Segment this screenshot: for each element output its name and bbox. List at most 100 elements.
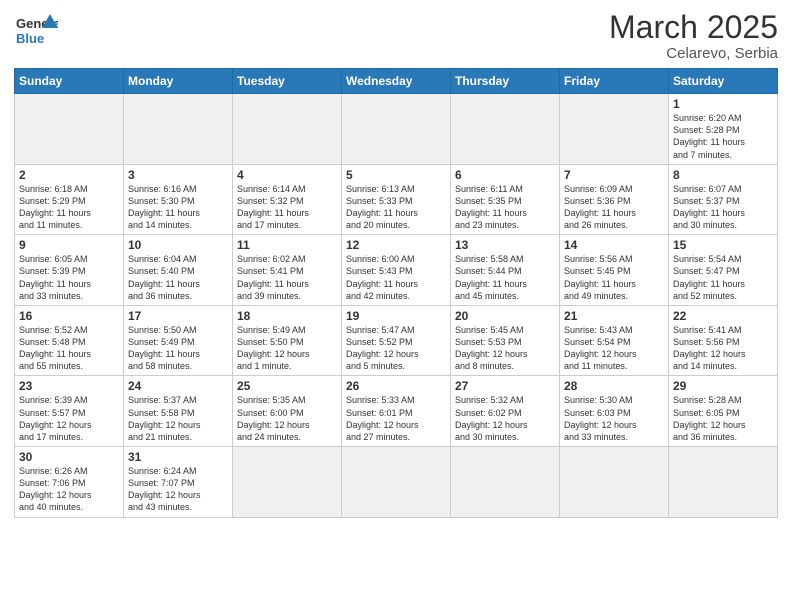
day-number-25: 25 [237,379,337,393]
day-30: 30 Sunrise: 6:26 AMSunset: 7:06 PMDaylig… [15,447,124,518]
day-20: 20 Sunrise: 5:45 AMSunset: 5:53 PMDaylig… [451,305,560,376]
calendar-row-5: 23 Sunrise: 5:39 AMSunset: 5:57 PMDaylig… [15,376,778,447]
day-info-26: Sunrise: 5:33 AMSunset: 6:01 PMDaylight:… [346,394,446,443]
day-info-13: Sunrise: 5:58 AMSunset: 5:44 PMDaylight:… [455,253,555,302]
month-year-title: March 2025 [609,10,778,45]
day-info-4: Sunrise: 6:14 AMSunset: 5:32 PMDaylight:… [237,183,337,232]
day-16: 16 Sunrise: 5:52 AMSunset: 5:48 PMDaylig… [15,305,124,376]
day-5: 5 Sunrise: 6:13 AMSunset: 5:33 PMDayligh… [342,164,451,235]
day-23: 23 Sunrise: 5:39 AMSunset: 5:57 PMDaylig… [15,376,124,447]
title-block: March 2025 Celarevo, Serbia [609,10,778,62]
header-saturday: Saturday [669,69,778,94]
day-8: 8 Sunrise: 6:07 AMSunset: 5:37 PMDayligh… [669,164,778,235]
day-number-16: 16 [19,309,119,323]
day-number-27: 27 [455,379,555,393]
day-number-24: 24 [128,379,228,393]
day-number-21: 21 [564,309,664,323]
day-info-24: Sunrise: 5:37 AMSunset: 5:58 PMDaylight:… [128,394,228,443]
day-number-30: 30 [19,450,119,464]
header-thursday: Thursday [451,69,560,94]
day-info-14: Sunrise: 5:56 AMSunset: 5:45 PMDaylight:… [564,253,664,302]
empty-cell [233,447,342,518]
header-sunday: Sunday [15,69,124,94]
day-info-15: Sunrise: 5:54 AMSunset: 5:47 PMDaylight:… [673,253,773,302]
day-info-17: Sunrise: 5:50 AMSunset: 5:49 PMDaylight:… [128,324,228,373]
day-info-20: Sunrise: 5:45 AMSunset: 5:53 PMDaylight:… [455,324,555,373]
day-info-12: Sunrise: 6:00 AMSunset: 5:43 PMDaylight:… [346,253,446,302]
day-info-6: Sunrise: 6:11 AMSunset: 5:35 PMDaylight:… [455,183,555,232]
day-number-6: 6 [455,168,555,182]
day-info-5: Sunrise: 6:13 AMSunset: 5:33 PMDaylight:… [346,183,446,232]
day-info-18: Sunrise: 5:49 AMSunset: 5:50 PMDaylight:… [237,324,337,373]
day-number-7: 7 [564,168,664,182]
day-info-8: Sunrise: 6:07 AMSunset: 5:37 PMDaylight:… [673,183,773,232]
header-wednesday: Wednesday [342,69,451,94]
day-31: 31 Sunrise: 6:24 AMSunset: 7:07 PMDaylig… [124,447,233,518]
calendar-row-2: 2 Sunrise: 6:18 AMSunset: 5:29 PMDayligh… [15,164,778,235]
calendar-row-6: 30 Sunrise: 6:26 AMSunset: 7:06 PMDaylig… [15,447,778,518]
day-number-10: 10 [128,238,228,252]
day-info-11: Sunrise: 6:02 AMSunset: 5:41 PMDaylight:… [237,253,337,302]
day-info-30: Sunrise: 6:26 AMSunset: 7:06 PMDaylight:… [19,465,119,514]
calendar-row-1: 1 Sunrise: 6:20 AMSunset: 5:28 PMDayligh… [15,94,778,165]
weekday-header-row: Sunday Monday Tuesday Wednesday Thursday… [15,69,778,94]
day-number-9: 9 [19,238,119,252]
day-info-21: Sunrise: 5:43 AMSunset: 5:54 PMDaylight:… [564,324,664,373]
day-19: 19 Sunrise: 5:47 AMSunset: 5:52 PMDaylig… [342,305,451,376]
day-number-4: 4 [237,168,337,182]
day-number-20: 20 [455,309,555,323]
day-17: 17 Sunrise: 5:50 AMSunset: 5:49 PMDaylig… [124,305,233,376]
empty-cell [451,447,560,518]
day-info-27: Sunrise: 5:32 AMSunset: 6:02 PMDaylight:… [455,394,555,443]
calendar-table: Sunday Monday Tuesday Wednesday Thursday… [14,68,778,517]
day-info-31: Sunrise: 6:24 AMSunset: 7:07 PMDaylight:… [128,465,228,514]
empty-cell [124,94,233,165]
empty-cell [15,94,124,165]
day-13: 13 Sunrise: 5:58 AMSunset: 5:44 PMDaylig… [451,235,560,306]
day-info-28: Sunrise: 5:30 AMSunset: 6:03 PMDaylight:… [564,394,664,443]
day-21: 21 Sunrise: 5:43 AMSunset: 5:54 PMDaylig… [560,305,669,376]
day-number-11: 11 [237,238,337,252]
day-info-1: Sunrise: 6:20 AMSunset: 5:28 PMDaylight:… [673,112,773,161]
day-12: 12 Sunrise: 6:00 AMSunset: 5:43 PMDaylig… [342,235,451,306]
day-info-29: Sunrise: 5:28 AMSunset: 6:05 PMDaylight:… [673,394,773,443]
day-10: 10 Sunrise: 6:04 AMSunset: 5:40 PMDaylig… [124,235,233,306]
day-7: 7 Sunrise: 6:09 AMSunset: 5:36 PMDayligh… [560,164,669,235]
day-number-12: 12 [346,238,446,252]
day-15: 15 Sunrise: 5:54 AMSunset: 5:47 PMDaylig… [669,235,778,306]
day-number-1: 1 [673,97,773,111]
empty-cell [560,94,669,165]
day-number-19: 19 [346,309,446,323]
header-monday: Monday [124,69,233,94]
day-14: 14 Sunrise: 5:56 AMSunset: 5:45 PMDaylig… [560,235,669,306]
day-number-8: 8 [673,168,773,182]
header: General Blue March 2025 Celarevo, Serbia [14,10,778,62]
day-27: 27 Sunrise: 5:32 AMSunset: 6:02 PMDaylig… [451,376,560,447]
day-28: 28 Sunrise: 5:30 AMSunset: 6:03 PMDaylig… [560,376,669,447]
empty-cell [342,447,451,518]
day-info-23: Sunrise: 5:39 AMSunset: 5:57 PMDaylight:… [19,394,119,443]
day-3: 3 Sunrise: 6:16 AMSunset: 5:30 PMDayligh… [124,164,233,235]
day-number-3: 3 [128,168,228,182]
day-info-10: Sunrise: 6:04 AMSunset: 5:40 PMDaylight:… [128,253,228,302]
day-6: 6 Sunrise: 6:11 AMSunset: 5:35 PMDayligh… [451,164,560,235]
day-26: 26 Sunrise: 5:33 AMSunset: 6:01 PMDaylig… [342,376,451,447]
day-2: 2 Sunrise: 6:18 AMSunset: 5:29 PMDayligh… [15,164,124,235]
calendar-row-3: 9 Sunrise: 6:05 AMSunset: 5:39 PMDayligh… [15,235,778,306]
day-info-22: Sunrise: 5:41 AMSunset: 5:56 PMDaylight:… [673,324,773,373]
logo: General Blue [14,10,58,54]
day-11: 11 Sunrise: 6:02 AMSunset: 5:41 PMDaylig… [233,235,342,306]
day-1: 1 Sunrise: 6:20 AMSunset: 5:28 PMDayligh… [669,94,778,165]
day-number-26: 26 [346,379,446,393]
day-number-15: 15 [673,238,773,252]
header-tuesday: Tuesday [233,69,342,94]
day-4: 4 Sunrise: 6:14 AMSunset: 5:32 PMDayligh… [233,164,342,235]
day-number-31: 31 [128,450,228,464]
day-number-2: 2 [19,168,119,182]
day-24: 24 Sunrise: 5:37 AMSunset: 5:58 PMDaylig… [124,376,233,447]
day-number-13: 13 [455,238,555,252]
day-25: 25 Sunrise: 5:35 AMSunset: 6:00 PMDaylig… [233,376,342,447]
day-number-22: 22 [673,309,773,323]
logo-svg: General Blue [14,10,58,54]
day-number-29: 29 [673,379,773,393]
